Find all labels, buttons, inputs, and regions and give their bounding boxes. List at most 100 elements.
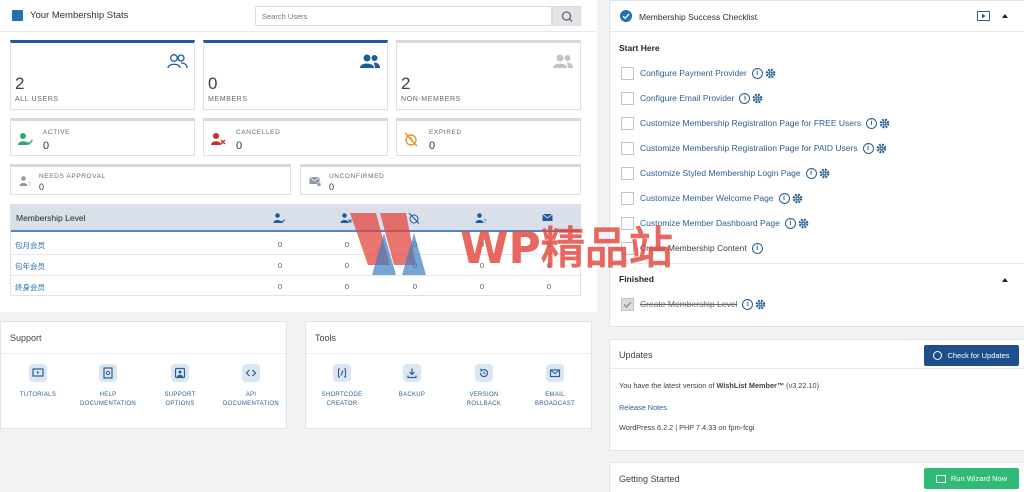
checklist-item-link[interactable]: Configure Email Provider <box>640 93 734 103</box>
gear-icon[interactable] <box>792 193 803 204</box>
members-label: MEMBERS <box>208 96 248 103</box>
checkbox[interactable] <box>621 166 634 180</box>
checklist-item[interactable]: Configure Email Provider i <box>621 91 763 105</box>
support-options-link[interactable]: SUPPORT OPTIONS <box>149 364 211 409</box>
gear-icon[interactable] <box>798 218 809 229</box>
checklist-item-finished[interactable]: Create Membership Level i <box>621 297 766 311</box>
tool-label-line1: VERSION <box>469 392 499 398</box>
cancelled-card[interactable]: CANCELLED 0 <box>203 118 388 156</box>
refresh-icon <box>933 351 943 360</box>
tool-label-line1: SHORTCODE <box>321 392 363 398</box>
stats-chart-icon <box>12 10 23 21</box>
release-notes-link[interactable]: Release Notes <box>619 403 667 412</box>
info-icon[interactable]: i <box>866 117 878 129</box>
checklist-item[interactable]: Configure Payment Provider i <box>621 66 776 80</box>
help-documentation-link[interactable]: HELP DOCUMENTATION <box>77 364 139 409</box>
wizard-icon <box>935 474 946 483</box>
backup-link[interactable]: BACKUP <box>381 364 443 400</box>
users-solid-icon <box>360 54 380 68</box>
updates-header: Updates Check for Updates <box>610 340 1024 369</box>
shortcode-creator-link[interactable]: SHORTCODE CREATOR <box>311 364 373 409</box>
needs-approval-label: NEEDS APPROVAL <box>39 173 106 180</box>
level-name-link[interactable]: 终身会员 <box>15 282 45 293</box>
non-members-card[interactable]: 2 NON-MEMBERS <box>396 40 581 110</box>
email-icon <box>546 364 564 382</box>
info-icon[interactable]: i <box>751 242 763 254</box>
tool-label-line2: CREATOR <box>326 401 358 407</box>
product-name: WishList Member™ <box>716 381 785 390</box>
collapse-caret-icon[interactable] <box>1002 278 1008 282</box>
checkbox[interactable] <box>621 66 634 80</box>
shortcode-icon <box>333 364 351 382</box>
checklist-item[interactable]: Customize Membership Registration Page f… <box>621 116 890 130</box>
support-icon <box>171 364 189 382</box>
expired-label: EXPIRED <box>429 129 462 136</box>
gear-icon[interactable] <box>876 143 887 154</box>
needs-approval-card[interactable]: ? NEEDS APPROVAL 0 <box>10 164 291 195</box>
check-circle-icon <box>620 10 632 22</box>
run-wizard-label: Run Wizard Now <box>950 474 1008 483</box>
non-members-count: 2 <box>401 74 411 93</box>
code-icon <box>242 364 260 382</box>
stats-title: Your Membership Stats <box>30 10 129 21</box>
info-icon[interactable]: i <box>862 142 874 154</box>
level-name-link[interactable]: 包年会员 <box>15 261 45 272</box>
gear-icon[interactable] <box>755 299 766 310</box>
checklist-item-link[interactable]: Customize Membership Registration Page f… <box>640 143 858 153</box>
video-play-icon[interactable] <box>977 11 990 21</box>
tool-label: TUTORIALS <box>7 391 69 400</box>
checklist-item-link[interactable]: Configure Payment Provider <box>640 68 747 78</box>
membership-level-header: Membership Level <box>16 213 86 223</box>
checklist-item[interactable]: Customize Membership Registration Page f… <box>621 141 887 155</box>
tutorials-link[interactable]: TUTORIALS <box>7 364 69 400</box>
check-for-updates-button[interactable]: Check for Updates <box>924 345 1019 366</box>
level-name-link[interactable]: 包月会员 <box>15 240 45 251</box>
checklist-item-text[interactable]: Create Membership Level <box>640 299 737 309</box>
tool-label: BACKUP <box>381 391 443 400</box>
unconfirmed-card[interactable]: UNCONFIRMED 0 <box>300 164 581 195</box>
members-count: 0 <box>208 74 218 93</box>
all-users-card[interactable]: 2 ALL USERS <box>10 40 195 110</box>
api-documentation-link[interactable]: API DOCUMENTATION <box>220 364 282 409</box>
checklist-item-link[interactable]: Customize Member Welcome Page <box>640 193 774 203</box>
info-icon[interactable]: i <box>778 192 790 204</box>
checkbox[interactable] <box>621 116 634 130</box>
environment-text: WordPress 6.2.2 | PHP 7.4.33 on fpm-fcgi <box>619 423 755 432</box>
info-icon[interactable]: i <box>742 298 754 310</box>
gear-icon[interactable] <box>765 68 776 79</box>
checklist-item[interactable]: Customize Styled Membership Login Page i <box>621 166 830 180</box>
search-button[interactable] <box>552 6 581 26</box>
checklist-item-link[interactable]: Customize Styled Membership Login Page <box>640 168 801 178</box>
checkbox[interactable] <box>621 91 634 105</box>
checkbox-checked[interactable] <box>621 297 634 311</box>
version-rollback-link[interactable]: VERSION ROLLBACK <box>453 364 515 409</box>
gear-icon[interactable] <box>819 168 830 179</box>
cancelled-label: CANCELLED <box>236 129 281 136</box>
gear-icon[interactable] <box>879 118 890 129</box>
tools-title: Tools <box>315 333 337 343</box>
backup-icon <box>403 364 421 382</box>
gear-icon[interactable] <box>752 93 763 104</box>
tool-label-line2: DOCUMENTATION <box>79 401 136 407</box>
user-x-icon <box>211 133 226 145</box>
divider <box>1 353 286 354</box>
info-icon[interactable]: i <box>739 92 751 104</box>
info-icon[interactable]: i <box>751 67 763 79</box>
active-card[interactable]: ACTIVE 0 <box>10 118 195 156</box>
clock-off-icon <box>404 132 418 147</box>
info-icon[interactable]: i <box>784 217 796 229</box>
search-users-input[interactable] <box>255 6 552 26</box>
checkbox[interactable] <box>621 141 634 155</box>
collapse-caret-icon[interactable] <box>1002 14 1008 18</box>
checklist-header: Membership Success Checklist <box>610 1 1024 32</box>
email-broadcast-link[interactable]: EMAIL BROADCAST <box>524 364 586 409</box>
tool-label-line1: EMAIL <box>545 392 565 398</box>
members-card[interactable]: 0 MEMBERS <box>203 40 388 110</box>
support-panel: Support TUTORIALS HELP DOCUMENTATION SUPP… <box>0 321 287 429</box>
info-icon[interactable]: i <box>805 167 817 179</box>
active-count: 0 <box>43 140 50 152</box>
run-wizard-button[interactable]: Run Wizard Now <box>924 468 1019 489</box>
expired-card[interactable]: EXPIRED 0 <box>396 118 581 156</box>
checklist-item-link[interactable]: Customize Membership Registration Page f… <box>640 118 861 128</box>
unconfirmed-count: 0 <box>329 182 335 192</box>
